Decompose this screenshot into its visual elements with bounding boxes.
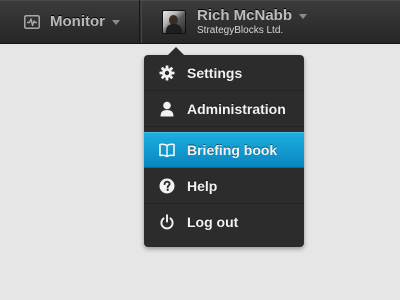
pulse-monitor-icon xyxy=(24,14,40,29)
book-icon xyxy=(159,142,175,158)
menu-item-label: Briefing book xyxy=(187,142,278,158)
user-company: StrategyBlocks Ltd. xyxy=(197,24,284,36)
chevron-down-icon xyxy=(111,20,120,25)
monitor-label: Monitor xyxy=(50,13,105,30)
top-nav-bar: Monitor Rich McNabb StrategyBlocks Ltd. xyxy=(0,0,400,44)
menu-item-label: Settings xyxy=(187,64,243,81)
avatar xyxy=(162,9,186,34)
gear-icon xyxy=(159,65,175,81)
chevron-down-icon xyxy=(299,13,308,19)
user-dropdown-menu: Settings Administration Briefing book He… xyxy=(144,55,304,247)
menu-item-label: Help xyxy=(187,177,218,194)
menu-item-help[interactable]: Help xyxy=(144,168,304,204)
menu-item-settings[interactable]: Settings xyxy=(144,55,304,91)
menu-item-label: Administration xyxy=(187,100,286,117)
menu-item-briefing-book[interactable]: Briefing book xyxy=(144,132,304,168)
menu-item-label: Log out xyxy=(187,214,239,230)
user-name: Rich McNabb xyxy=(197,6,293,24)
monitor-nav-button[interactable]: Monitor xyxy=(0,0,140,43)
person-icon xyxy=(159,101,175,117)
menu-item-log-out[interactable]: Log out xyxy=(144,204,304,240)
dropdown-pointer xyxy=(168,47,184,55)
power-icon xyxy=(159,214,175,230)
user-menu-button[interactable]: Rich McNabb StrategyBlocks Ltd. xyxy=(142,0,400,43)
menu-item-administration[interactable]: Administration xyxy=(144,91,304,127)
question-icon xyxy=(159,178,175,194)
